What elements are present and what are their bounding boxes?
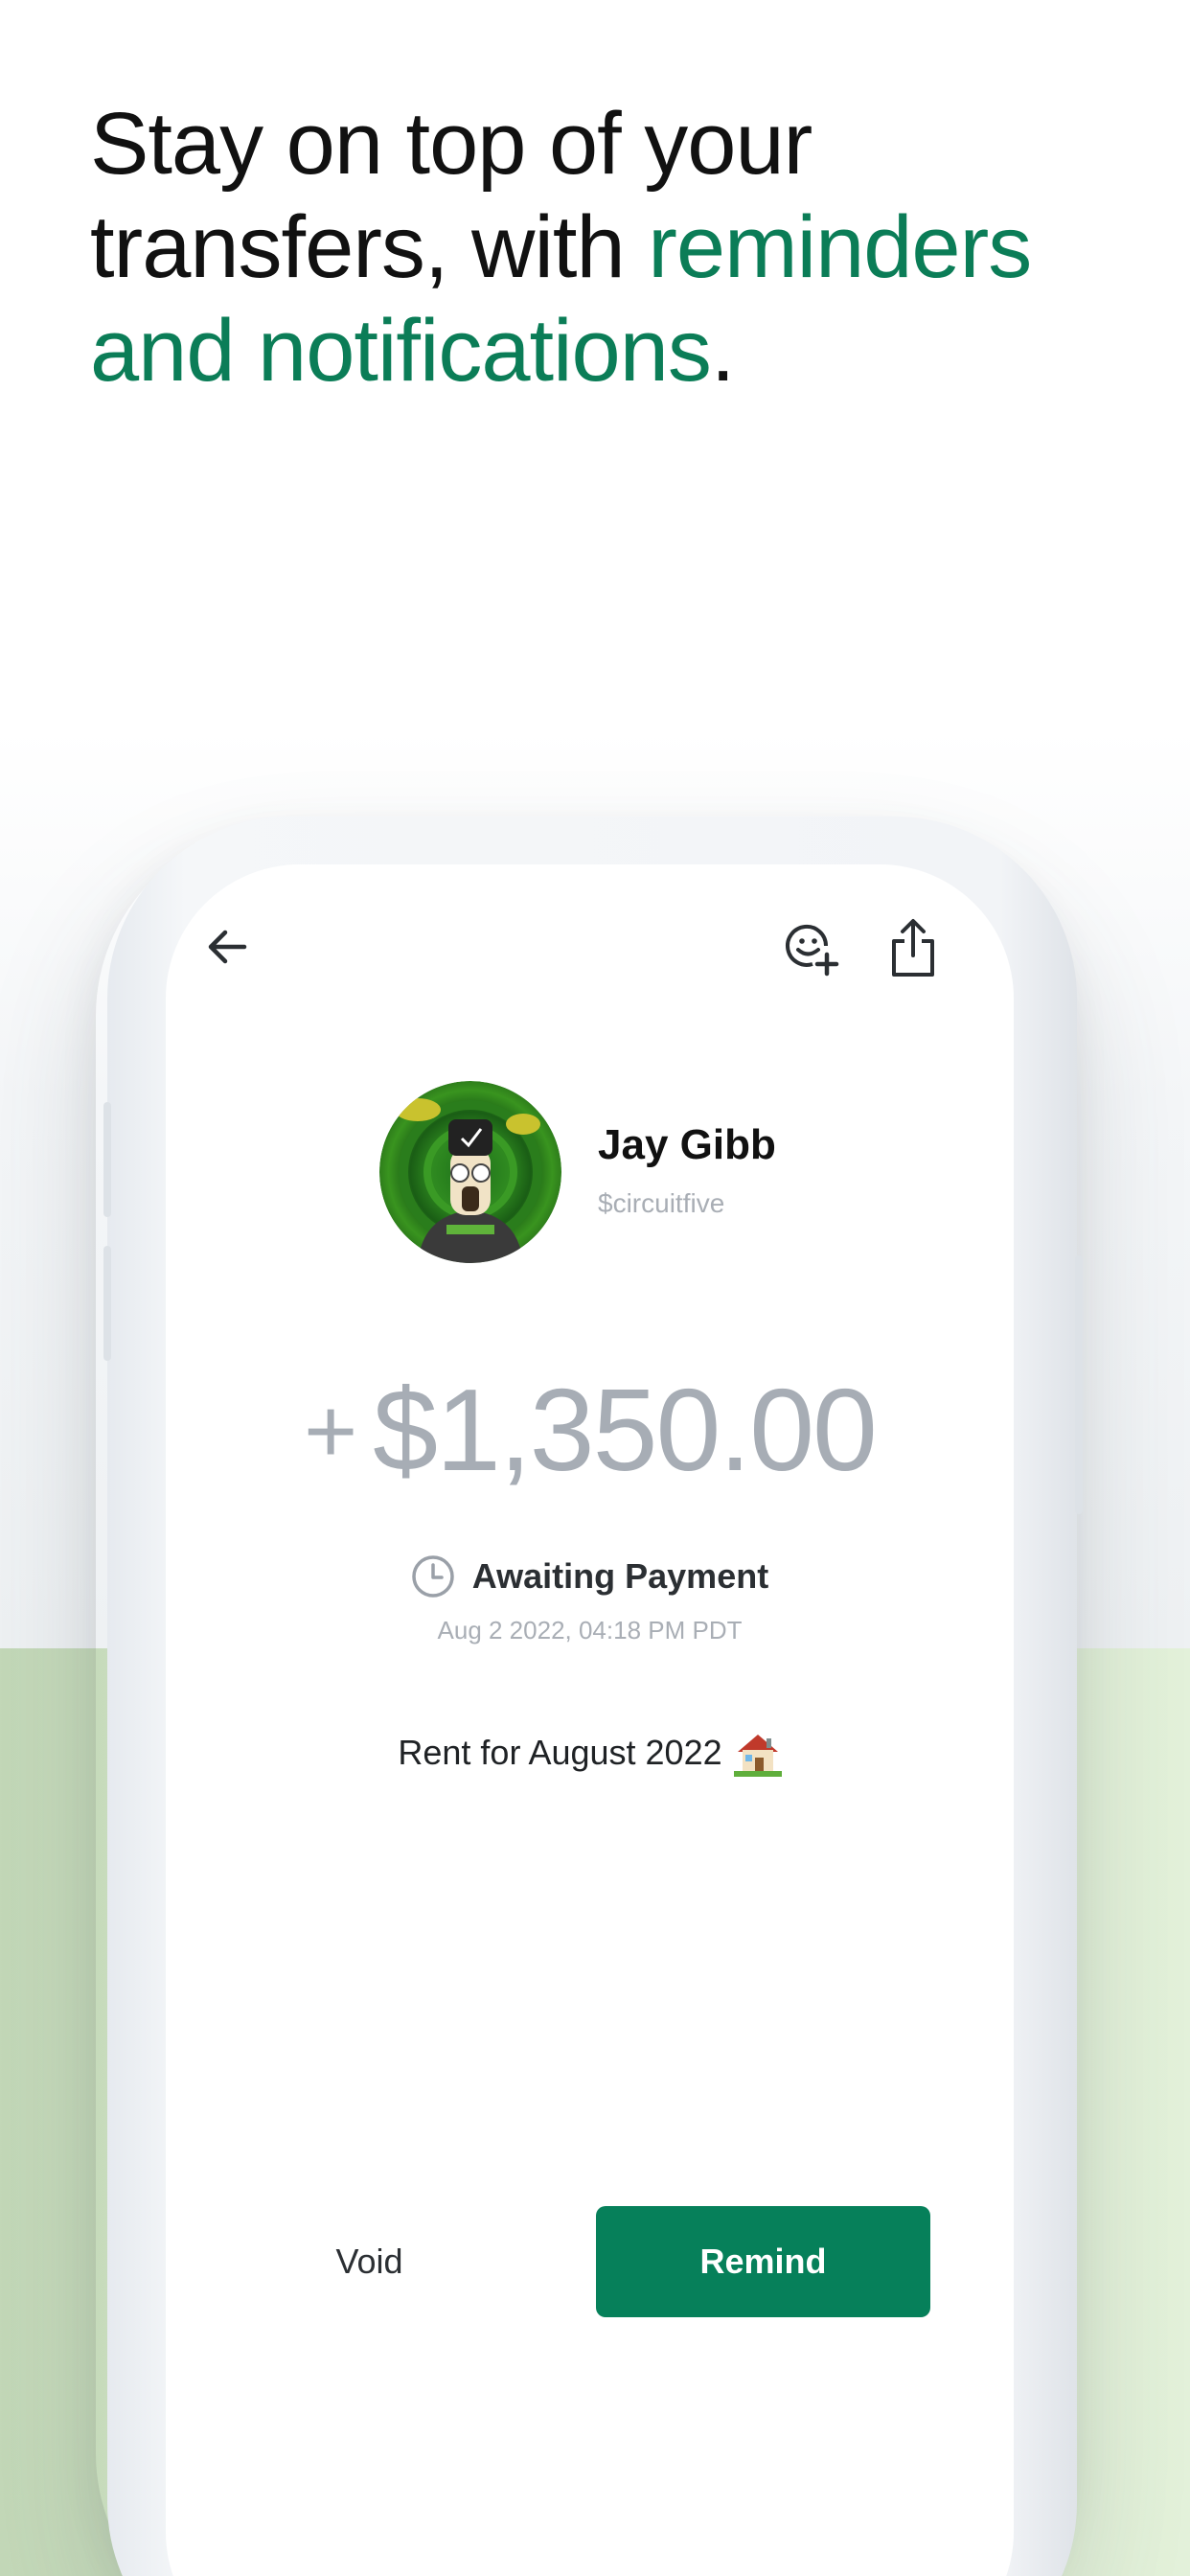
payment-timestamp: Aug 2 2022, 04:18 PM PDT: [437, 1616, 743, 1644]
app-store-screenshot: Stay on top of your transfers, with remi…: [0, 0, 1190, 2576]
contact-name: Jay Gibb: [598, 1121, 776, 1168]
headline-period: .: [710, 302, 736, 400]
clock-icon: [412, 1555, 454, 1598]
payment-memo: Rent for August 2022: [398, 1733, 722, 1772]
contact-avatar: [379, 1081, 561, 1263]
phone-screen: Jay Gibb $circuitfive + $1,350.00 Awaitin…: [166, 864, 1014, 2576]
headline-accent-1: reminders: [648, 198, 1032, 296]
void-button[interactable]: Void: [262, 2206, 477, 2317]
amount-sign: +: [304, 1380, 357, 1483]
payment-amount: + $1,350.00: [166, 1363, 1014, 1499]
headline-line-2: transfers, with: [90, 198, 649, 296]
share-icon[interactable]: [888, 917, 938, 978]
memo-row: Rent for August 2022: [166, 1729, 1014, 1777]
payment-status: Awaiting Payment: [471, 1556, 769, 1596]
headline-accent-2: and notifications: [90, 302, 712, 400]
marketing-headline: Stay on top of your transfers, with remi…: [90, 92, 1125, 402]
house-emoji-icon: [733, 1735, 782, 1777]
phone-volume-button: [103, 1102, 111, 1217]
emoji-add-icon[interactable]: [784, 922, 839, 978]
contact-handle: $circuitfive: [598, 1188, 725, 1218]
status-row: Awaiting Payment: [166, 1552, 1014, 1600]
remind-button[interactable]: Remind: [596, 2206, 930, 2317]
phone-side-button: [1075, 1255, 1083, 1514]
headline-line-1: Stay on top of your: [90, 95, 812, 193]
back-arrow-icon[interactable]: [202, 922, 252, 972]
amount-value: $1,350.00: [373, 1365, 878, 1495]
phone-volume-button: [103, 1246, 111, 1361]
